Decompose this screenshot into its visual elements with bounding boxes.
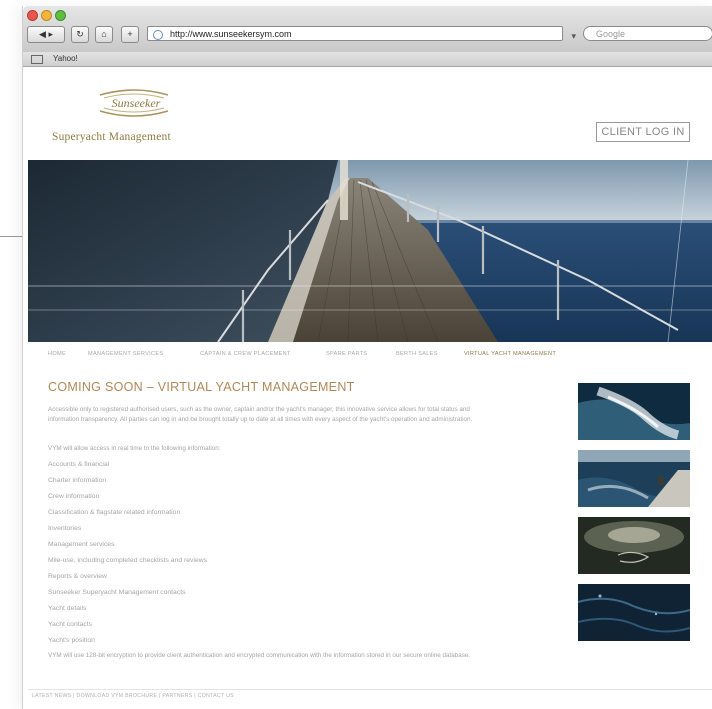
book-icon[interactable] [31,55,43,64]
list-item: Crew information [48,493,100,500]
url-text: http://www.sunseekersym.com [170,29,292,39]
reload-icon: ↻ [76,29,84,39]
intro-paragraph: Accessible only to registered authorised… [48,406,473,423]
plus-icon: + [127,29,133,39]
closing-paragraph: VYM will use 128-bit encryption to provi… [48,652,471,659]
bookmark-yahoo[interactable]: Yahoo! [53,52,78,66]
globe-icon [153,30,163,40]
list-item: Inventories [48,525,82,532]
dropdown-arrow-icon[interactable]: ▾ [571,29,576,44]
site-tagline: Superyacht Management [52,131,171,143]
list-item: Management services [48,541,115,548]
hero-yacht-deck-image [28,160,712,342]
bookmarks-bar: Yahoo! [23,52,712,67]
list-item: Sunseeker Superyacht Management contacts [48,589,186,596]
nav-virtual-yacht-management[interactable]: VIRTUAL YACHT MANAGEMENT [464,347,556,361]
add-bookmark-button[interactable]: + [121,26,139,43]
list-item: Classification & flagstate related infor… [48,509,181,516]
page-heading: COMING SOON – VIRTUAL YACHT MANAGEMENT [48,380,355,394]
home-button[interactable]: ⌂ [95,26,113,43]
list-item: Accounts & financial [48,461,110,468]
nav-berth-sales[interactable]: BERTH SALES [396,347,438,361]
close-window-button[interactable] [27,10,38,21]
list-intro: VYM will allow access in real time to th… [48,445,221,452]
nav-spare-parts[interactable]: SPARE PARTS [326,347,368,361]
list-item: Yacht's position [48,637,95,644]
back-forward-button[interactable]: ◀ ▸ [27,26,65,43]
nav-management-services[interactable]: MANAGEMENT SERVICES [88,347,163,361]
web-page: Sunseeker Superyacht Management CLIENT L… [28,67,712,709]
back-forward-icon: ◀ ▸ [39,29,53,39]
thumbnail-night-sea-image[interactable] [578,517,690,574]
browser-toolbar: ◀ ▸ ↻ ⌂ + http://www.sunseekersym.com ▾ … [23,6,712,53]
address-bar[interactable]: http://www.sunseekersym.com ▾ [147,26,576,41]
list-item: Mile-use, including completed checklists… [48,557,208,564]
search-placeholder: Google [596,29,626,39]
reload-button[interactable]: ↻ [71,26,89,43]
thumbnail-bow-image[interactable] [578,450,690,507]
main-navigation: HOME MANAGEMENT SERVICES CAPTAIN & CREW … [28,347,712,361]
home-icon: ⌂ [101,29,107,39]
logo-text[interactable]: Sunseeker [100,96,172,111]
list-item: Reports & overview [48,573,107,580]
maximize-window-button[interactable] [55,10,66,21]
thumbnail-wake-image[interactable] [578,383,690,440]
list-item: Yacht details [48,605,87,612]
search-input[interactable]: Google [583,26,712,41]
nav-captain-crew-placement[interactable]: CAPTAIN & CREW PLACEMENT [200,347,291,361]
thumbnail-water-image[interactable] [578,584,690,641]
list-item: Charter information [48,477,107,484]
minimize-window-button[interactable] [41,10,52,21]
list-item: Yacht contacts [48,621,93,628]
nav-home[interactable]: HOME [48,347,66,361]
client-login-button[interactable]: CLIENT LOG IN [596,122,690,142]
decorative-line [0,236,22,237]
site-footer[interactable]: LATEST NEWS | DOWNLOAD VYM BROCHURE | PA… [28,689,712,702]
